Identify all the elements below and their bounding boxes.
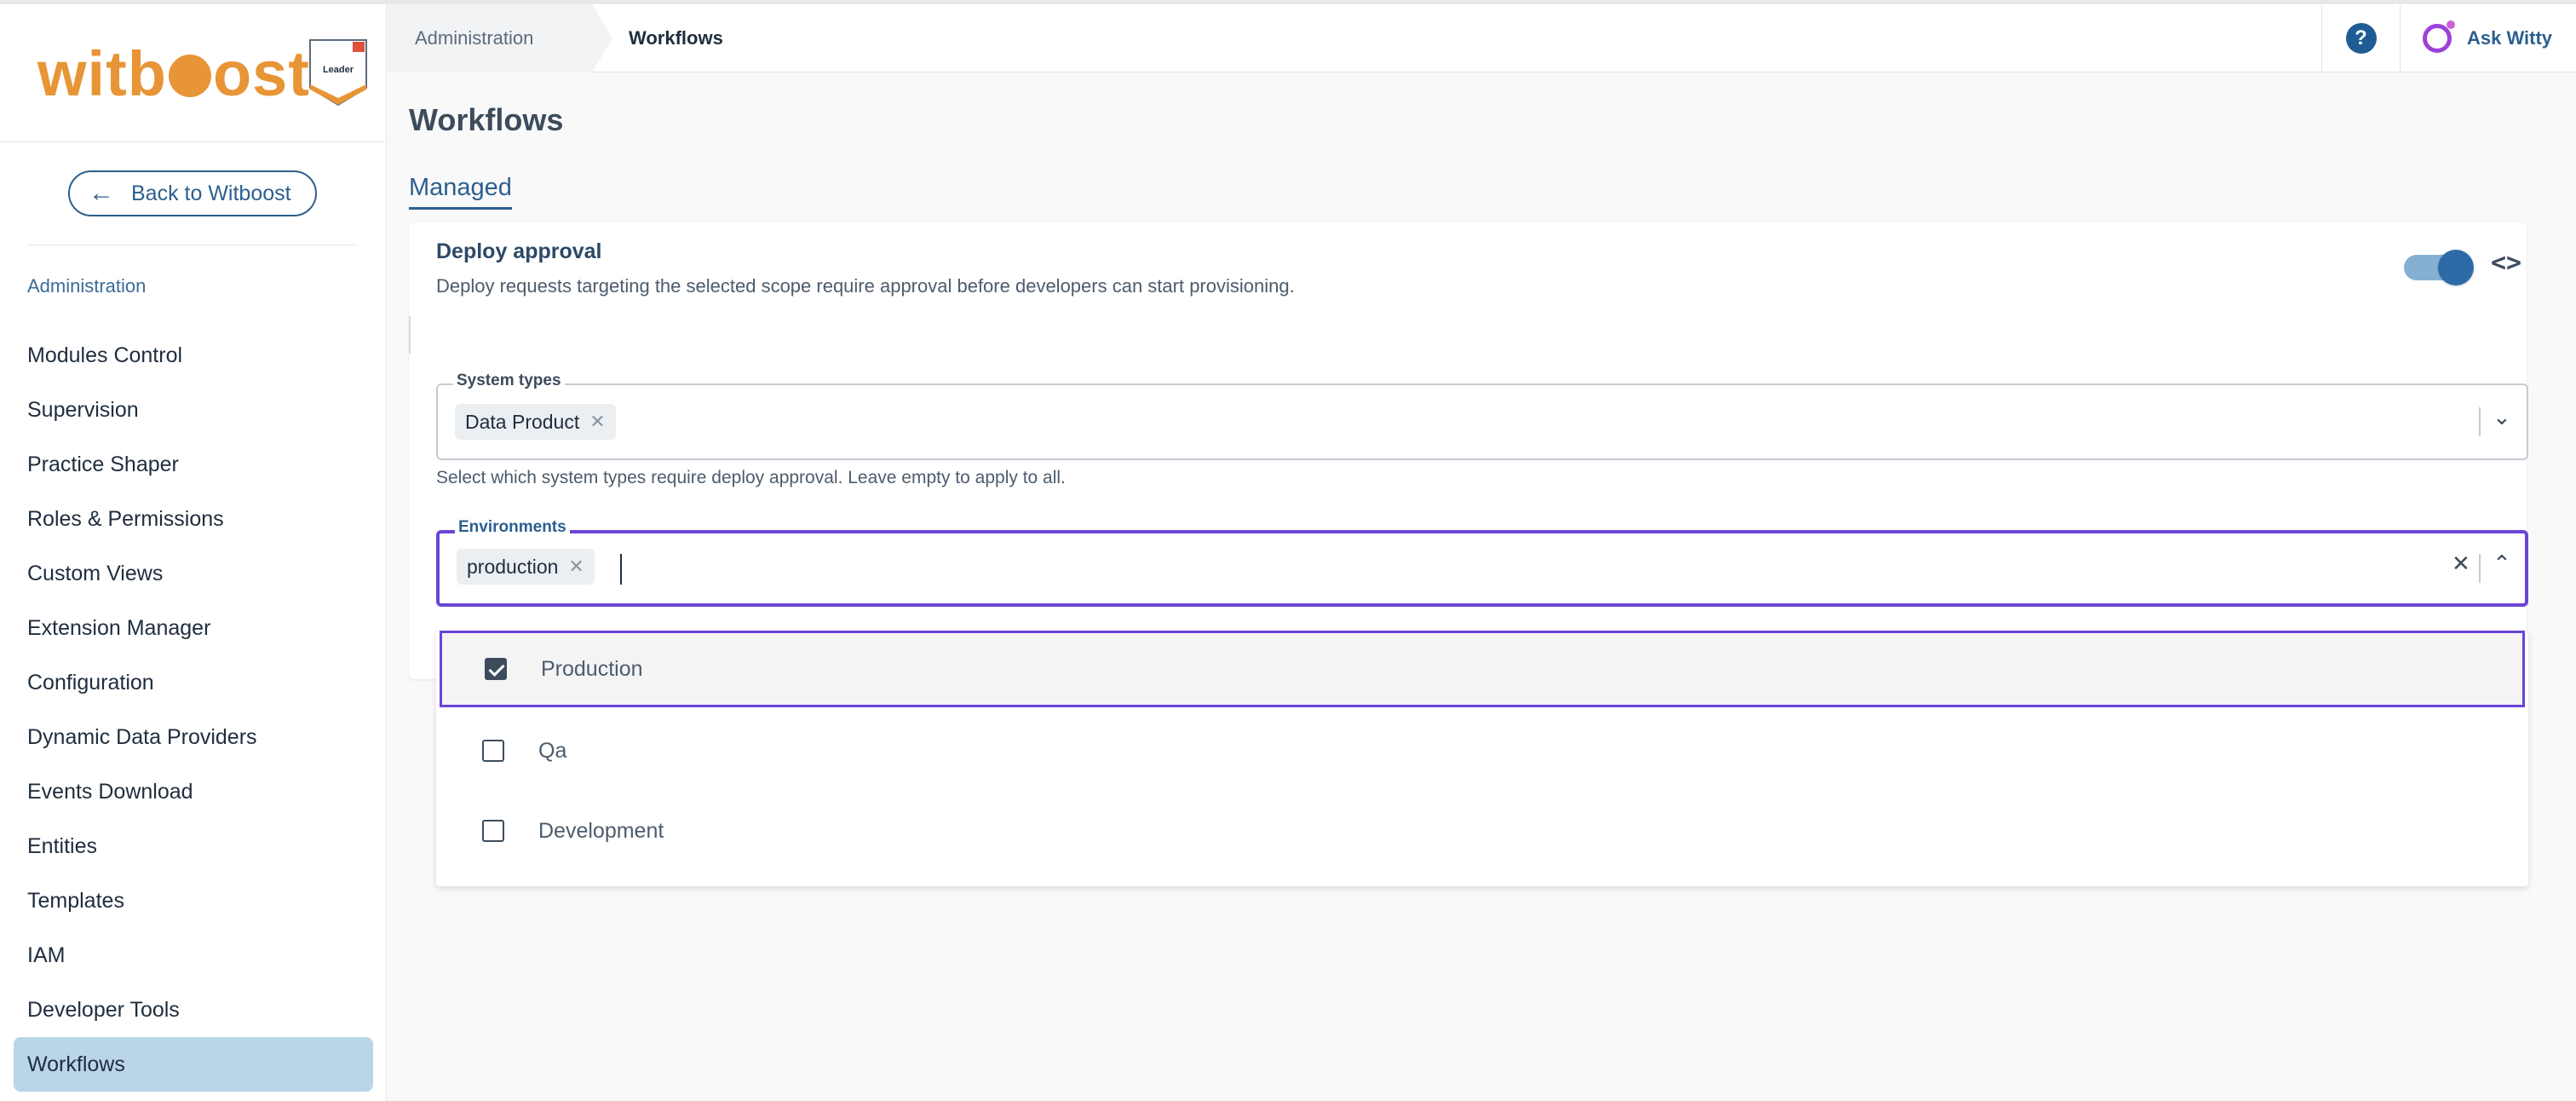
chip-data-product: Data Product ✕ <box>455 404 616 440</box>
chevron-up-icon[interactable]: ⌃ <box>2493 550 2511 577</box>
sidebar-item-workflows[interactable]: Workflows <box>14 1037 373 1092</box>
card-edge-marker <box>409 316 411 354</box>
text-cursor <box>620 554 622 585</box>
sidebar-item-templates[interactable]: Templates <box>14 873 373 928</box>
environments-select[interactable]: Environments production ✕ ✕ ⌃ <box>436 518 2528 607</box>
witboost-logo[interactable]: witb ost <box>37 32 310 117</box>
chip-remove-icon[interactable]: ✕ <box>589 411 605 433</box>
tab-managed[interactable]: Managed <box>409 174 512 210</box>
chip-label: Data Product <box>465 410 580 433</box>
help-button[interactable]: ? <box>2321 4 2400 72</box>
option-label: Production <box>541 656 643 681</box>
sidebar-item-iam[interactable]: IAM <box>14 928 373 983</box>
toggle-knob <box>2438 250 2474 285</box>
card-title: Deploy approval <box>436 239 602 263</box>
sidebar-item-entities[interactable]: Entities <box>14 819 373 873</box>
checkbox-checked-icon <box>485 658 507 680</box>
arrow-left-icon: ← <box>89 179 114 207</box>
chevron-down-icon[interactable]: ⌄ <box>2493 404 2511 430</box>
sidebar-item-supervision[interactable]: Supervision <box>14 383 373 437</box>
breadcrumb-workflows: Workflows <box>629 27 723 49</box>
sidebar-item-extension-manager[interactable]: Extension Manager <box>14 601 373 655</box>
sidebar-item-roles-permissions[interactable]: Roles & Permissions <box>14 492 373 546</box>
back-button-label: Back to Witboost <box>131 181 291 205</box>
page-title: Workflows <box>409 102 564 137</box>
sidebar-item-dynamic-data-providers[interactable]: Dynamic Data Providers <box>14 710 373 764</box>
top-header: Administration Workflows ? Ask Witty <box>388 4 2576 72</box>
code-view-icon[interactable]: <> <box>2491 248 2521 278</box>
option-label: Development <box>538 818 664 843</box>
select-separator <box>2479 407 2481 436</box>
badge-text: Leader <box>323 65 354 75</box>
question-circle-icon: ? <box>2345 23 2377 54</box>
sidebar-item-events-download[interactable]: Events Download <box>14 764 373 819</box>
back-to-witboost-button[interactable]: ← Back to Witboost <box>68 170 317 216</box>
sidebar-item-developer-tools[interactable]: Developer Tools <box>14 983 373 1037</box>
sidebar-item-custom-views[interactable]: Custom Views <box>14 546 373 601</box>
chip-remove-icon[interactable]: ✕ <box>568 556 584 578</box>
sidebar-item-configuration[interactable]: Configuration <box>14 655 373 710</box>
option-label: Qa <box>538 738 567 763</box>
option-development[interactable]: Development <box>440 793 2525 869</box>
logo-area: witb ost Leader <box>0 4 387 142</box>
system-types-select[interactable]: System types Data Product ✕ ⌄ <box>436 372 2528 460</box>
ask-witty-label: Ask Witty <box>2467 27 2553 49</box>
checkbox-unchecked-icon <box>482 820 504 842</box>
breadcrumb-administration[interactable]: Administration <box>388 4 612 72</box>
deploy-approval-card: Deploy approval Deploy requests targetin… <box>409 222 2528 679</box>
chip-label: production <box>467 555 559 578</box>
deploy-approval-toggle[interactable] <box>2404 250 2474 285</box>
witty-assistant-icon <box>2423 20 2455 53</box>
clear-icon[interactable]: ✕ <box>2452 550 2470 577</box>
checkbox-unchecked-icon <box>482 740 504 762</box>
option-production[interactable]: Production <box>440 631 2525 707</box>
system-types-help: Select which system types require deploy… <box>436 468 1066 487</box>
option-qa[interactable]: Qa <box>440 712 2525 789</box>
sidebar-nav: Modules Control Supervision Practice Sha… <box>14 328 373 1092</box>
environments-dropdown: Production Qa Development <box>436 631 2528 886</box>
ask-witty-button[interactable]: Ask Witty <box>2400 4 2576 72</box>
card-description: Deploy requests targeting the selected s… <box>436 275 1295 297</box>
sidebar-item-modules-control[interactable]: Modules Control <box>14 328 373 383</box>
chip-production: production ✕ <box>457 549 595 585</box>
sidebar-section-label: Administration <box>27 275 147 297</box>
g2-leader-badge-icon: Leader <box>309 39 367 107</box>
sidebar-item-practice-shaper[interactable]: Practice Shaper <box>14 437 373 492</box>
system-types-label: System types <box>453 372 565 390</box>
environments-label: Environments <box>455 518 570 537</box>
sidebar: witb ost Leader ← Back to Witboost Admini… <box>0 4 387 1101</box>
select-separator <box>2479 554 2481 583</box>
